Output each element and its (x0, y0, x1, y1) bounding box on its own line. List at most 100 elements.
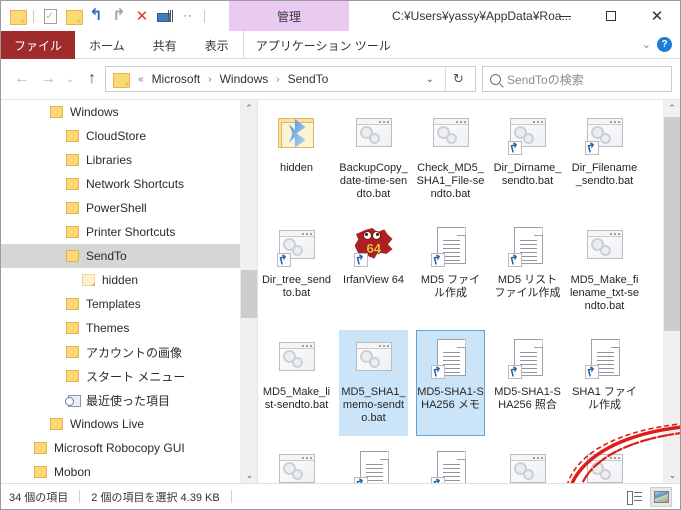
file-item[interactable]: Dir_tree_sendto.bat (258, 216, 335, 328)
file-item[interactable] (335, 440, 412, 483)
file-item[interactable]: MD5_Make_list-sendto.bat (258, 328, 335, 440)
sidebar-item-4[interactable]: PowerShell (1, 196, 257, 220)
sidebar-item-9[interactable]: Themes (1, 316, 257, 340)
breadcrumb-item-sendto[interactable]: SendTo (288, 72, 329, 86)
search-box[interactable]: SendToの検索 (482, 66, 672, 92)
folder-icon (65, 249, 81, 263)
sidebar-item-12[interactable]: 最近使った項目 (1, 388, 257, 412)
sidebar-item-15[interactable]: Mobon (1, 460, 257, 484)
properties-icon[interactable] (40, 5, 60, 27)
view-mode-buttons (623, 486, 672, 507)
file-item[interactable]: MD5-SHA1-SHA256 照合 (489, 328, 566, 440)
file-list-pane[interactable]: hidden BackupCopy_date-time-sendto.bat Che… (257, 100, 680, 483)
chevron-down-icon[interactable]: ⌄ (642, 38, 651, 51)
back-button[interactable]: ← (9, 66, 35, 92)
sidebar-item-10[interactable]: アカウントの画像 (1, 340, 257, 364)
shortcut-arrow-icon (584, 141, 599, 155)
large-icons-view-button[interactable] (650, 486, 672, 507)
file-item[interactable] (412, 440, 489, 483)
sidebar-scroll-down-icon[interactable]: ⌄ (241, 467, 257, 484)
up-button[interactable]: ↑ (79, 66, 105, 92)
breadcrumb-item-windows[interactable]: Windows (220, 72, 269, 86)
new-folder-icon[interactable] (63, 5, 83, 27)
file-item[interactable]: MD5_Make_filename_txt-sendto.bat (566, 216, 643, 328)
file-item[interactable]: BackupCopy_date-time-sendto.bat (335, 104, 412, 216)
minimize-button[interactable] (542, 1, 588, 31)
breadcrumb-separator-2[interactable]: › (272, 74, 283, 85)
sidebar-item-14[interactable]: Microsoft Robocopy GUI (1, 436, 257, 460)
file-item[interactable]: Check_MD5_SHA1_File-sendto.bat (412, 104, 489, 216)
breadcrumb-item-microsoft[interactable]: Microsoft (152, 72, 201, 86)
sidebar-item-8[interactable]: Templates (1, 292, 257, 316)
recent-locations-button[interactable]: ⌄ (61, 66, 79, 92)
sidebar-scroll-thumb[interactable] (241, 270, 257, 318)
folder-icon (65, 297, 81, 311)
undo-icon[interactable]: ↰ (86, 5, 106, 27)
sidebar-item-1[interactable]: CloudStore (1, 124, 257, 148)
file-item[interactable]: MD5_SHA1_memo-sendto.bat (335, 328, 412, 440)
close-button[interactable]: ✕ (634, 1, 680, 31)
sidebar-item-5[interactable]: Printer Shortcuts (1, 220, 257, 244)
ribbon-tab-bar: ファイル ホーム 共有 表示 アプリケーション ツール ⌄ ? (1, 31, 680, 59)
more-icon[interactable]: ·· (178, 5, 198, 27)
file-item[interactable]: SHA1 ファイル作成 (566, 328, 643, 440)
bat-icon (350, 110, 398, 158)
content-scrollbar[interactable]: ⌃ ⌄ (663, 100, 680, 483)
rename-icon[interactable] (155, 5, 175, 27)
sidebar-item-3[interactable]: Network Shortcuts (1, 172, 257, 196)
sidebar-item-label: SendTo (86, 249, 127, 263)
file-item-label: MD5 ファイル作成 (420, 274, 481, 299)
status-bar: 34 個の項目 2 個の項目を選択 4.39 KB (1, 483, 680, 509)
file-item[interactable] (489, 440, 566, 483)
file-item[interactable]: MD5 ファイル作成 (412, 216, 489, 328)
doc-icon (581, 334, 629, 382)
sidebar-item-2[interactable]: Libraries (1, 148, 257, 172)
tab-application-tools[interactable]: アプリケーション ツール (242, 31, 403, 59)
content-scroll-down-icon[interactable]: ⌄ (664, 467, 680, 483)
address-bar[interactable]: « Microsoft › Windows › SendTo ⌄ ↻ (105, 66, 476, 92)
sidebar-item-11[interactable]: スタート メニュー (1, 364, 257, 388)
forward-button[interactable]: → (35, 66, 61, 92)
file-item[interactable]: MD5 リストファイル作成 (489, 216, 566, 328)
sidebar-item-label: PowerShell (86, 201, 147, 215)
sidebar-item-6[interactable]: SendTo (1, 244, 257, 268)
file-item[interactable]: MD5-SHA1-SHA256 メモ (412, 328, 489, 440)
folder-icon[interactable] (7, 5, 27, 27)
file-item[interactable]: Dir_Dirname_sendto.bat (489, 104, 566, 216)
content-scroll-up-icon[interactable]: ⌃ (664, 100, 680, 117)
file-item[interactable]: 64 IrfanView 64 (335, 216, 412, 328)
file-item[interactable]: hidden (258, 104, 335, 216)
shortcut-arrow-icon (430, 477, 445, 483)
tab-home[interactable]: ホーム (75, 31, 139, 59)
content-scroll-thumb[interactable] (664, 117, 680, 331)
redo-icon[interactable]: ↱ (109, 5, 129, 27)
file-item[interactable] (566, 440, 643, 483)
shortcut-arrow-icon (584, 365, 599, 379)
folder-icon (49, 417, 65, 431)
sidebar-scroll-up-icon[interactable]: ⌃ (241, 100, 257, 117)
sidebar-scrollbar[interactable]: ⌃ ⌄ (240, 100, 257, 484)
tab-file[interactable]: ファイル (1, 31, 76, 59)
file-item-label: MD5_Make_filename_txt-sendto.bat (569, 274, 640, 312)
tab-share[interactable]: 共有 (139, 31, 191, 59)
breadcrumb-overflow[interactable]: « (134, 74, 148, 85)
sidebar-item-0[interactable]: Windows (1, 100, 257, 124)
sidebar-item-7[interactable]: hidden (1, 268, 257, 292)
maximize-button[interactable] (588, 1, 634, 31)
file-item-label: IrfanView 64 (343, 274, 404, 286)
delete-icon[interactable]: ✕ (132, 5, 152, 27)
refresh-icon[interactable]: ↻ (445, 67, 471, 91)
file-item[interactable] (258, 440, 335, 483)
details-view-button[interactable] (623, 487, 645, 507)
address-dropdown-icon[interactable]: ⌄ (419, 74, 441, 85)
sidebar-item-13[interactable]: Windows Live (1, 412, 257, 436)
help-icon[interactable]: ? (657, 37, 672, 52)
breadcrumb-separator-1[interactable]: › (204, 74, 215, 85)
tab-view[interactable]: 表示 (191, 31, 243, 59)
sidebar-item-label: Windows (70, 105, 119, 119)
shortcut-arrow-icon (276, 253, 291, 267)
file-item-label: MD5_Make_list-sendto.bat (262, 386, 331, 411)
quick-access-toolbar: ↰ ↱ ✕ ·· (1, 1, 208, 31)
file-item[interactable]: Dir_Filename_sendto.bat (566, 104, 643, 216)
sidebar-item-label: CloudStore (86, 129, 147, 143)
